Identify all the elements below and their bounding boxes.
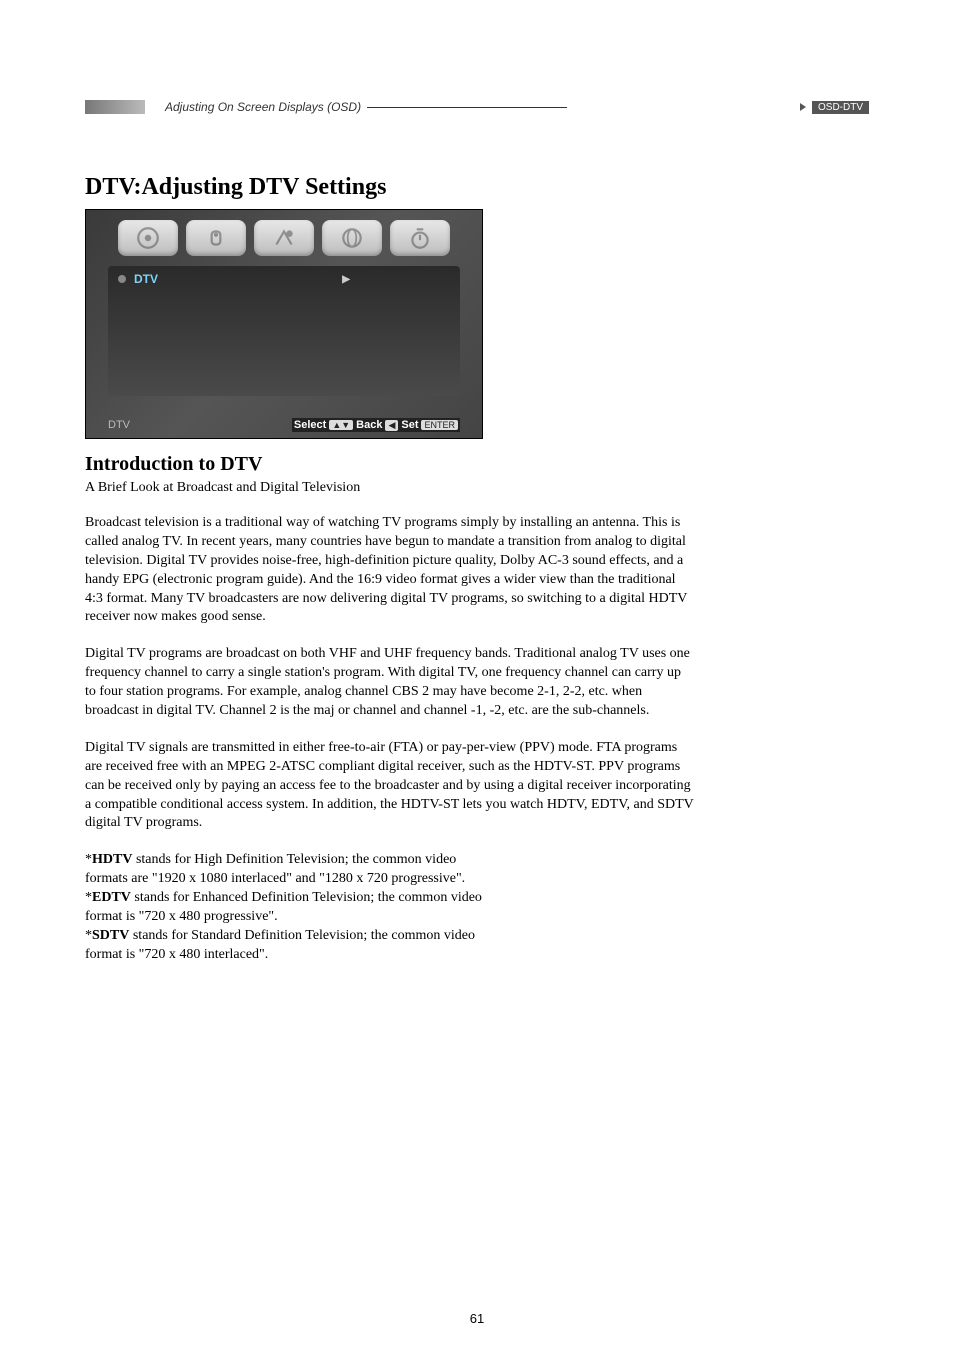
intro-paragraph-1: Broadcast television is a traditional wa… <box>85 514 695 627</box>
hint-set-label: Set <box>401 419 418 431</box>
header-tag: OSD-DTV <box>812 101 869 114</box>
section-heading-intro: Introduction to DTV <box>85 453 869 476</box>
page-number: 61 <box>0 1311 954 1326</box>
def-sdtv-line2: format is "720 x 480 interlaced". <box>85 946 705 965</box>
def-edtv-text1: stands for Enhanced Definition Televisio… <box>131 890 482 905</box>
key-enter-icon: ENTER <box>421 420 458 430</box>
osd-menu-item-label: DTV <box>134 272 158 286</box>
osd-menu-panel: DTV ▶ <box>108 266 460 396</box>
key-updown-icon: ▲▼ <box>329 420 353 430</box>
header-tag-wrap: OSD-DTV <box>798 101 869 114</box>
definitions-list: *HDTV stands for High Definition Televis… <box>85 851 705 964</box>
chevron-right-icon <box>798 102 808 112</box>
section-subhead: A Brief Look at Broadcast and Digital Te… <box>85 480 869 496</box>
osd-footer: DTV Select ▲▼ Back ◀ Set ENTER <box>108 418 460 432</box>
def-edtv-line2: format is "720 x 480 progressive". <box>85 908 705 927</box>
header-decor-bar <box>85 100 145 114</box>
def-hdtv-line2: formats are "1920 x 1080 interlaced" and… <box>85 870 705 889</box>
osd-tab-globe-icon <box>322 220 382 256</box>
page-title: DTV:Adjusting DTV Settings <box>85 174 869 201</box>
def-hdtv-text1: stands for High Definition Television; t… <box>132 852 456 867</box>
def-edtv-label: EDTV <box>92 890 131 905</box>
hint-select-label: Select <box>294 419 326 431</box>
osd-tab-settings-icon <box>254 220 314 256</box>
page-header: Adjusting On Screen Displays (OSD) OSD-D… <box>85 100 869 114</box>
header-rule <box>367 107 567 108</box>
osd-footer-tab-label: DTV <box>108 419 130 431</box>
def-sdtv-label: SDTV <box>92 928 129 943</box>
osd-tab-audio-icon <box>186 220 246 256</box>
intro-paragraph-3: Digital TV signals are transmitted in ei… <box>85 739 695 833</box>
def-sdtv-line1: *SDTV stands for Standard Definition Tel… <box>85 927 705 946</box>
def-hdtv-line1: *HDTV stands for High Definition Televis… <box>85 851 705 870</box>
osd-screenshot: DTV ▶ DTV Select ▲▼ Back ◀ Set ENTER <box>85 209 483 439</box>
key-left-icon: ◀ <box>385 420 398 431</box>
osd-tab-row <box>86 210 482 260</box>
osd-tab-timer-icon <box>390 220 450 256</box>
osd-tab-picture-icon <box>118 220 178 256</box>
hint-back-label: Back <box>356 419 382 431</box>
bullet-icon <box>118 275 126 283</box>
osd-menu-row-dtv: DTV ▶ <box>118 272 450 286</box>
osd-footer-hints: Select ▲▼ Back ◀ Set ENTER <box>292 418 460 432</box>
def-hdtv-label: HDTV <box>92 852 132 867</box>
def-edtv-line1: *EDTV stands for Enhanced Definition Tel… <box>85 889 705 908</box>
header-section-title: Adjusting On Screen Displays (OSD) <box>165 100 361 114</box>
intro-paragraph-2: Digital TV programs are broadcast on bot… <box>85 645 695 721</box>
header-left: Adjusting On Screen Displays (OSD) <box>85 100 567 114</box>
play-icon: ▶ <box>342 274 350 285</box>
header-section-wrap: Adjusting On Screen Displays (OSD) <box>165 100 567 114</box>
def-sdtv-text1: stands for Standard Definition Televisio… <box>129 928 475 943</box>
